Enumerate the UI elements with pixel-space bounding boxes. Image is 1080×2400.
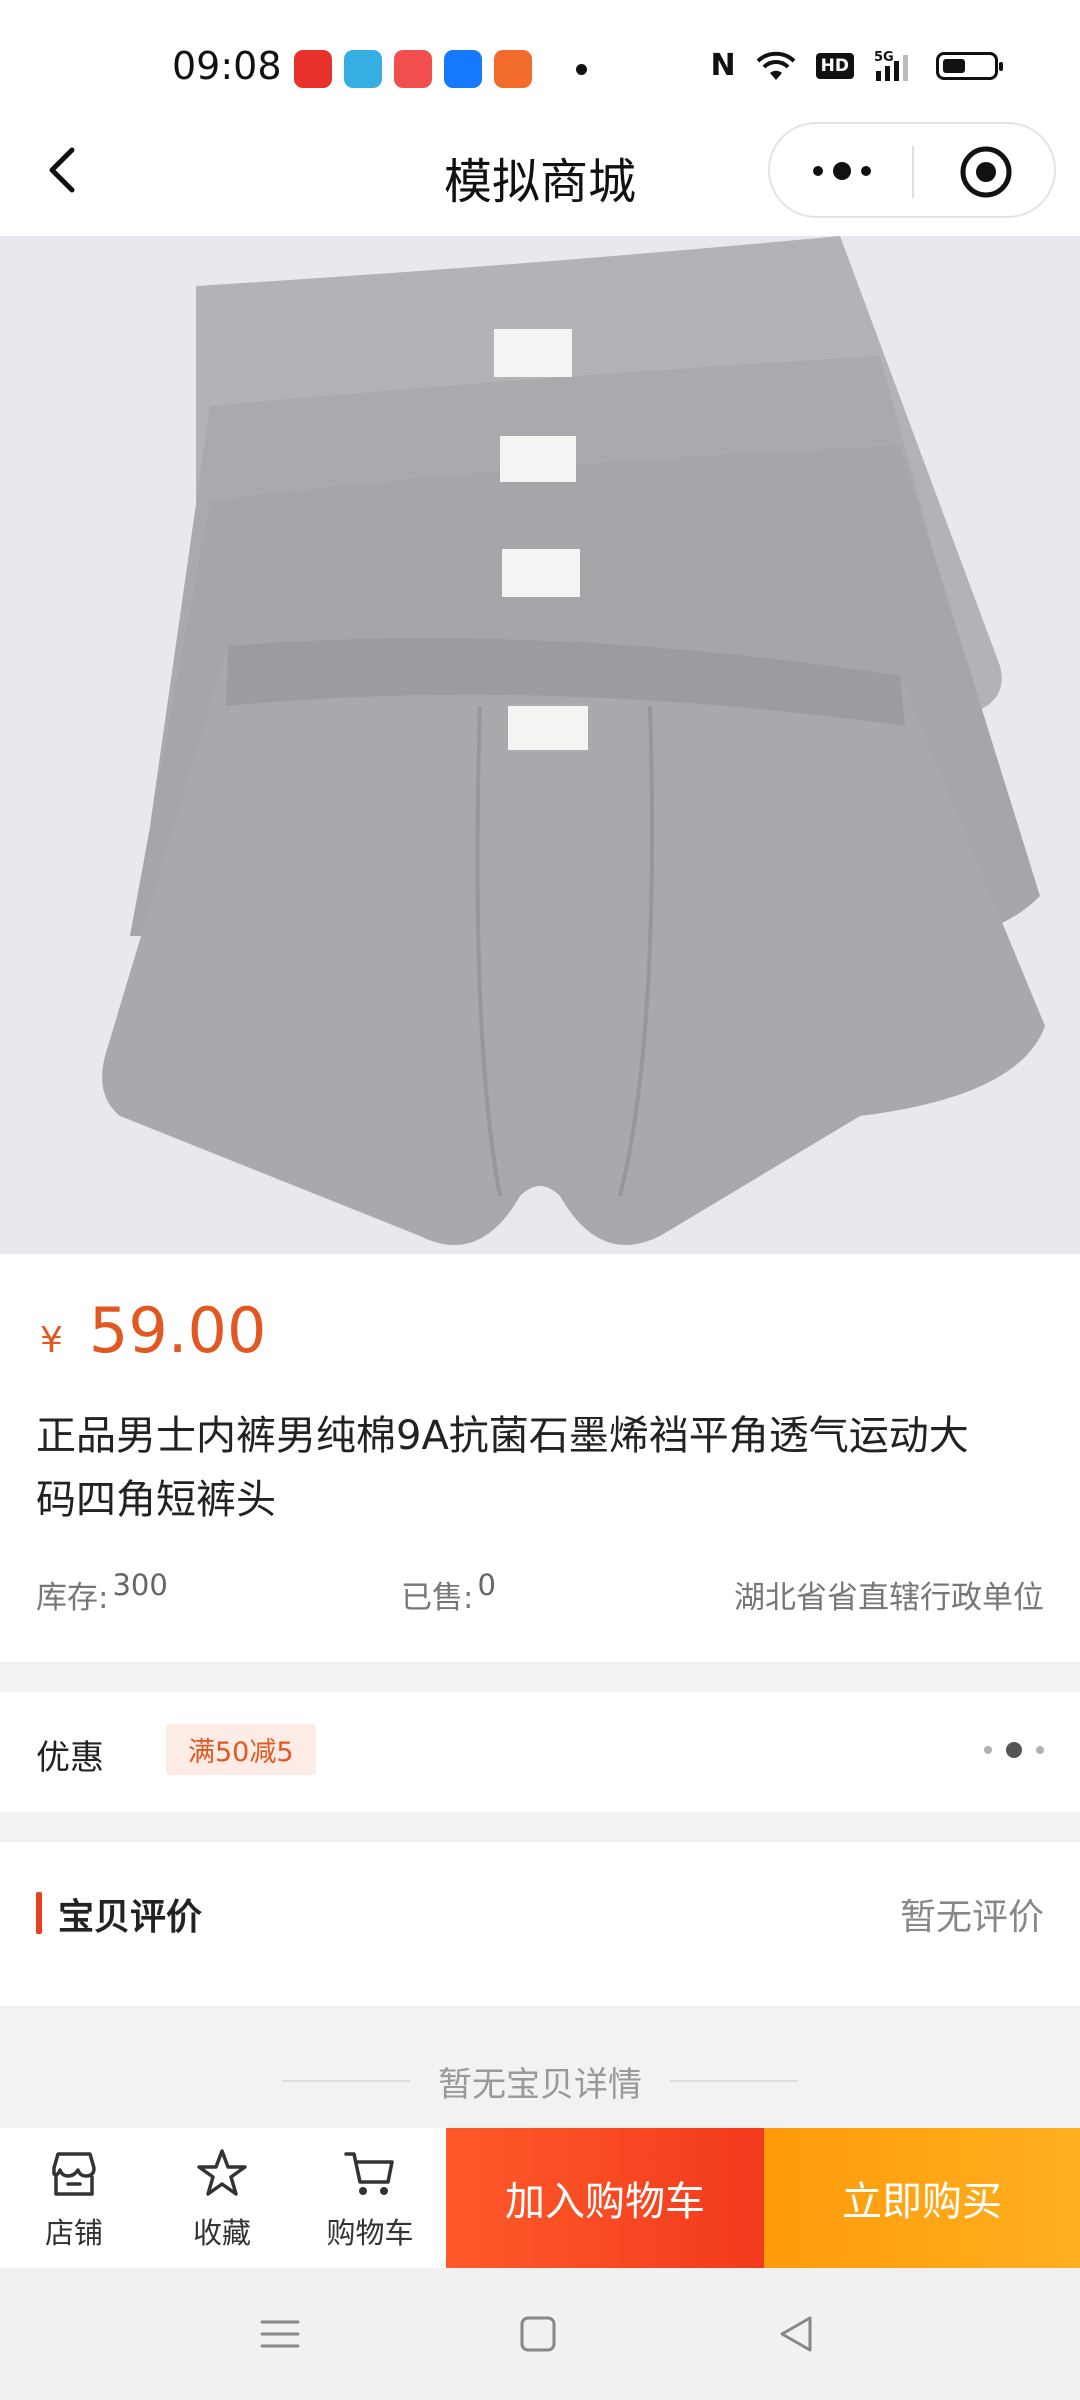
home-icon[interactable] bbox=[514, 2310, 562, 2358]
more-dots-icon[interactable] bbox=[810, 156, 874, 186]
promo-label: 优惠 bbox=[36, 1738, 104, 1778]
system-icons: N HD 5G bbox=[710, 48, 1003, 83]
battery-fill bbox=[943, 58, 965, 73]
product-info-card: ¥ 59.00 正品男士内裤男纯棉9A抗菌石墨烯裆平角透气运动大码四角短裤头 库… bbox=[0, 1254, 1080, 1662]
product-meta: 库存: 300 已售: 0 湖北省省直辖行政单位 bbox=[36, 1568, 1044, 1617]
nfc-icon: N bbox=[710, 48, 736, 83]
system-nav-bar bbox=[0, 2268, 1080, 2400]
more-dots-icon[interactable] bbox=[984, 1742, 1044, 1758]
signal-icon: 5G bbox=[874, 50, 908, 81]
signal-label: 5G bbox=[874, 50, 894, 65]
miniapp-capsule bbox=[768, 122, 1056, 218]
pinduoduo-icon bbox=[294, 50, 332, 88]
menu-icon[interactable] bbox=[256, 2310, 304, 2358]
promo-row[interactable]: 优惠 满50减5 bbox=[0, 1692, 1080, 1812]
review-title: 宝贝评价 bbox=[58, 1897, 203, 1938]
favorite-label: 收藏 bbox=[192, 2216, 251, 2250]
buy-now-button[interactable]: 立即购买 bbox=[764, 2128, 1080, 2268]
more-notifications-dot bbox=[576, 64, 587, 75]
add-to-cart-button[interactable]: 加入购物车 bbox=[446, 2128, 764, 2268]
battery-icon bbox=[936, 51, 1003, 80]
sold: 已售: 0 bbox=[401, 1568, 651, 1617]
stock: 库存: 300 bbox=[36, 1568, 401, 1617]
telegram-icon bbox=[344, 50, 382, 88]
review-empty-text: 暂无评价 bbox=[899, 1897, 1044, 1938]
reader-icon bbox=[494, 50, 532, 88]
favorite-button[interactable]: 收藏 bbox=[152, 2146, 292, 2252]
review-section[interactable]: 宝贝评价 暂无评价 bbox=[0, 1842, 1080, 2006]
currency-symbol: ¥ bbox=[40, 1320, 63, 1361]
coupon-tag: 满50减5 bbox=[166, 1724, 316, 1775]
shop-button[interactable]: 店铺 bbox=[4, 2146, 144, 2252]
bottom-action-bar: 店铺 收藏 购物车 加入购物车 立即购买 bbox=[0, 2128, 1080, 2268]
capsule-divider bbox=[912, 146, 914, 198]
jd-icon bbox=[394, 50, 432, 88]
cart-icon bbox=[344, 2152, 394, 2195]
hd-badge: HD bbox=[815, 52, 854, 79]
details-empty: 暂无宝贝详情 bbox=[0, 2034, 1080, 2128]
product-image[interactable] bbox=[0, 236, 1080, 1254]
ship-location: 湖北省省直辖行政单位 bbox=[734, 1580, 1044, 1616]
stock-label: 库存: bbox=[36, 1580, 109, 1616]
shop-label: 店铺 bbox=[44, 2216, 103, 2250]
section-accent-bar bbox=[36, 1892, 42, 1934]
price-value: 59.00 bbox=[88, 1294, 267, 1367]
status-time: 09:08 bbox=[172, 44, 282, 88]
divider-line bbox=[670, 2080, 798, 2082]
notification-icons bbox=[294, 50, 532, 88]
alipay-icon bbox=[444, 50, 482, 88]
stock-value: 300 bbox=[112, 1568, 168, 1602]
price: ¥ 59.00 bbox=[40, 1294, 266, 1367]
wifi-icon bbox=[756, 51, 796, 80]
sold-value: 0 bbox=[477, 1568, 496, 1602]
store-icon bbox=[52, 2152, 96, 2196]
target-icon[interactable] bbox=[958, 144, 1014, 200]
details-empty-text: 暂无宝贝详情 bbox=[438, 2064, 642, 2105]
product-photo bbox=[0, 236, 1080, 1254]
cart-button[interactable]: 购物车 bbox=[300, 2146, 440, 2252]
sold-label: 已售: bbox=[401, 1580, 474, 1616]
divider-line bbox=[282, 2080, 410, 2082]
nav-bar: 模拟商城 bbox=[0, 110, 1080, 236]
star-icon bbox=[197, 2149, 247, 2196]
back-icon[interactable] bbox=[772, 2310, 820, 2358]
cart-label: 购物车 bbox=[326, 2216, 414, 2250]
product-title: 正品男士内裤男纯棉9A抗菌石墨烯裆平角透气运动大码四角短裤头 bbox=[36, 1413, 969, 1523]
